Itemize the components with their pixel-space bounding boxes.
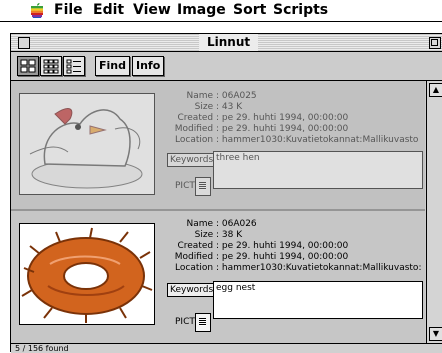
created-label: Created : <box>177 241 219 251</box>
name-label: Name : <box>186 91 219 101</box>
name-label: Name : <box>186 219 219 229</box>
size-value: 38 K <box>221 230 243 240</box>
status-bar: 5 / 156 found <box>11 343 442 353</box>
pict-file-icon[interactable] <box>195 177 211 196</box>
list-view-button[interactable] <box>63 56 85 76</box>
scroll-up-arrow-icon[interactable]: ▲ <box>429 83 442 97</box>
large-icons-view-icon <box>20 59 36 73</box>
window-title: Linnut <box>199 34 259 51</box>
zoom-box-icon[interactable] <box>429 37 441 49</box>
bird-nest-image <box>21 227 153 323</box>
menu-image[interactable]: Image <box>177 2 226 18</box>
apple-icon[interactable] <box>30 2 44 18</box>
menu-view[interactable]: View <box>133 2 171 18</box>
size-label: Size : <box>194 102 219 112</box>
created-label: Created : <box>177 113 219 123</box>
size-label: Size : <box>194 230 219 240</box>
record-list[interactable]: Name : 06A025 Size : 43 K Created : pe 2… <box>11 81 425 343</box>
menu-edit[interactable]: Edit <box>93 2 124 18</box>
keywords-button[interactable]: Keywords <box>167 153 217 167</box>
name-value: 06A025 <box>221 91 257 101</box>
record-metadata: Name : 06A025 Size : 43 K Created : pe 2… <box>167 91 419 146</box>
keywords-button[interactable]: Keywords <box>167 283 217 297</box>
info-button[interactable]: Info <box>132 56 165 76</box>
keywords-field[interactable]: egg nest <box>213 281 423 319</box>
chicken-cartoon-image <box>29 108 143 189</box>
pict-label: PICT <box>175 317 195 327</box>
menu-bar: File Edit View Image Sort Scripts <box>0 0 442 22</box>
record-item[interactable]: Name : 06A026 Size : 38 K Created : pe 2… <box>11 211 425 343</box>
location-value: hammer1030:Kuvatietokannat:Mallikuvasto <box>221 135 419 145</box>
small-icons-view-button[interactable] <box>40 56 62 76</box>
large-icons-view-button[interactable] <box>17 56 39 76</box>
location-value: hammer1030:Kuvatietokannat:Mallikuvasto: <box>221 263 422 273</box>
window-title-bar[interactable]: Linnut <box>11 34 442 52</box>
keywords-field[interactable]: three hen <box>213 151 423 189</box>
created-value: pe 29. huhti 1994, 00:00:00 <box>221 241 349 251</box>
menu-file[interactable]: File <box>54 2 83 18</box>
record-thumbnail[interactable] <box>19 223 155 325</box>
created-value: pe 29. huhti 1994, 00:00:00 <box>221 113 349 123</box>
scroll-down-arrow-icon[interactable]: ▼ <box>429 327 442 341</box>
catalog-window: Linnut Find Info Name: 06A025 Size: 43… <box>10 33 442 353</box>
record-metadata: Name : 06A026 Size : 38 K Created : pe 2… <box>167 219 422 274</box>
modified-value: pe 29. huhti 1994, 00:00:00 <box>221 124 349 134</box>
size-value: 43 K <box>221 102 243 112</box>
pict-file-icon[interactable] <box>195 313 211 332</box>
name-value: 06A026 <box>221 219 257 229</box>
location-label: Location : <box>175 263 219 273</box>
pict-label: PICT <box>175 181 195 191</box>
location-label: Location : <box>175 135 219 145</box>
modified-label: Modified : <box>174 252 219 262</box>
toolbar: Find Info <box>11 52 442 81</box>
menu-sort[interactable]: Sort <box>233 2 266 18</box>
small-icons-view-icon <box>43 59 59 74</box>
modified-value: pe 29. huhti 1994, 00:00:00 <box>221 252 349 262</box>
record-item[interactable]: Name : 06A025 Size : 43 K Created : pe 2… <box>11 81 425 211</box>
menu-scripts[interactable]: Scripts <box>273 2 328 18</box>
record-thumbnail[interactable] <box>19 93 155 195</box>
modified-label: Modified : <box>174 124 219 134</box>
vertical-scrollbar[interactable]: ▲ ▼ <box>426 81 442 343</box>
list-view-icon <box>66 59 81 74</box>
find-button[interactable]: Find <box>95 56 130 76</box>
close-box-icon[interactable] <box>18 37 30 49</box>
